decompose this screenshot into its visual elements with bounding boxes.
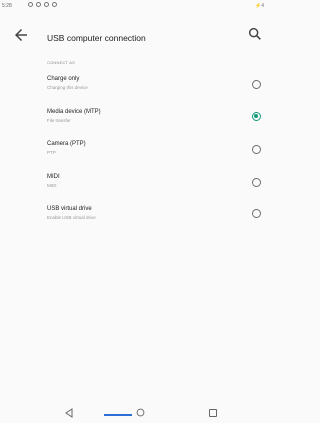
notification-icon — [44, 2, 49, 7]
circle-home-icon[interactable] — [136, 408, 145, 417]
radio-button[interactable] — [252, 178, 261, 187]
option-camera-ptp[interactable]: Camera (PTP) PTP — [0, 141, 267, 171]
option-title: Media device (MTP) — [47, 109, 101, 115]
option-title: Camera (PTP) — [47, 141, 86, 147]
option-title: USB virtual drive — [47, 206, 92, 212]
option-subtitle: Enable USB virtual drive — [47, 215, 96, 220]
radio-button-selected[interactable] — [252, 112, 261, 121]
status-bar: 5:28 ⚡4 — [0, 0, 267, 12]
status-time: 5:28 — [2, 3, 12, 9]
option-charge-only[interactable]: Charge only Charging this device — [0, 76, 267, 106]
option-usb-virtual-drive[interactable]: USB virtual drive Enable USB virtual dri… — [0, 206, 267, 236]
option-title: Charge only — [47, 76, 80, 82]
option-media-device[interactable]: Media device (MTP) File transfer — [0, 109, 267, 139]
option-subtitle: MIDI — [47, 183, 57, 188]
home-indicator — [104, 414, 132, 416]
triangle-back-icon[interactable] — [64, 408, 74, 418]
search-icon[interactable] — [247, 26, 263, 42]
option-subtitle: PTP — [47, 150, 56, 155]
toolbar: USB computer connection — [0, 14, 267, 54]
arrow-left-icon[interactable] — [12, 26, 30, 44]
battery-indicator: ⚡4 — [254, 3, 264, 9]
notification-icon — [52, 2, 57, 7]
notification-icon — [28, 2, 33, 7]
page-title: USB computer connection — [47, 33, 146, 43]
navigation-bar — [0, 405, 267, 423]
option-title: MIDI — [47, 174, 60, 180]
section-header: CONNECT AS — [47, 60, 75, 65]
notification-icon — [36, 2, 41, 7]
radio-button[interactable] — [252, 145, 261, 154]
option-midi[interactable]: MIDI MIDI — [0, 174, 267, 204]
square-recents-icon[interactable] — [209, 409, 217, 417]
option-subtitle: File transfer — [47, 118, 71, 123]
radio-button[interactable] — [252, 80, 261, 89]
option-subtitle: Charging this device — [47, 85, 88, 90]
radio-button[interactable] — [252, 209, 261, 218]
notification-icons — [28, 2, 57, 7]
